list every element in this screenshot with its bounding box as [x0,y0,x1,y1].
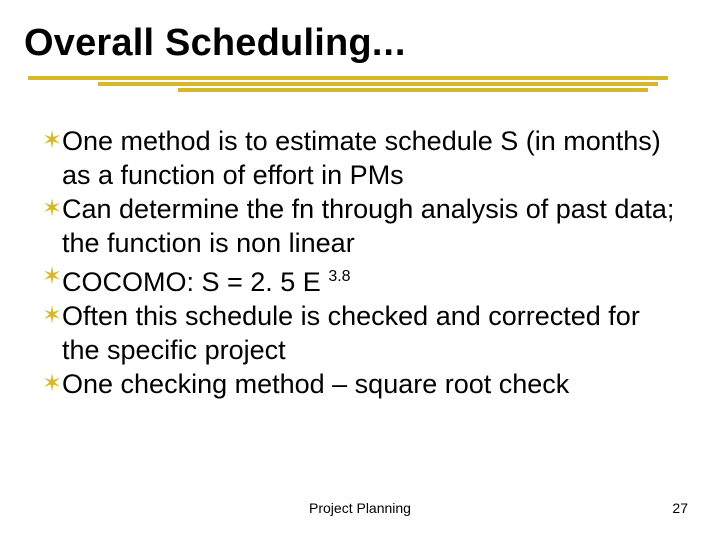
list-item-text: Often this schedule is checked and corre… [62,299,676,367]
list-item-text: One method is to estimate schedule S (in… [62,124,676,192]
bullet-icon: ✶ [42,367,64,401]
list-item-text: One checking method – square root check [62,367,569,401]
list-item: ✶ Can determine the fn through analysis … [46,192,676,260]
list-item: ✶ COCOMO: S = 2. 5 E 3.8 [46,260,676,299]
slide-title-wrap: Overall Scheduling... [24,22,696,65]
footer-title: Project Planning [0,500,720,516]
list-item-text: COCOMO: S = 2. 5 E 3.8 [62,260,351,299]
bullet-icon: ✶ [42,192,64,226]
cocomo-exponent: 3.8 [328,268,350,285]
list-item: ✶ One checking method – square root chec… [46,367,676,401]
bullet-list: ✶ One method is to estimate schedule S (… [46,124,676,401]
bullet-icon: ✶ [42,299,64,333]
title-underline-decoration [28,76,668,94]
page-number: 27 [672,500,688,516]
bullet-icon: ✶ [42,260,64,294]
list-item: ✶ One method is to estimate schedule S (… [46,124,676,192]
bullet-icon: ✶ [42,124,64,158]
slide-title: Overall Scheduling [24,22,372,64]
slide-title-ellipsis: ... [372,22,407,64]
cocomo-formula-text: COCOMO: S = 2. 5 E [62,267,328,297]
list-item: ✶ Often this schedule is checked and cor… [46,299,676,367]
list-item-text: Can determine the fn through analysis of… [62,192,676,260]
